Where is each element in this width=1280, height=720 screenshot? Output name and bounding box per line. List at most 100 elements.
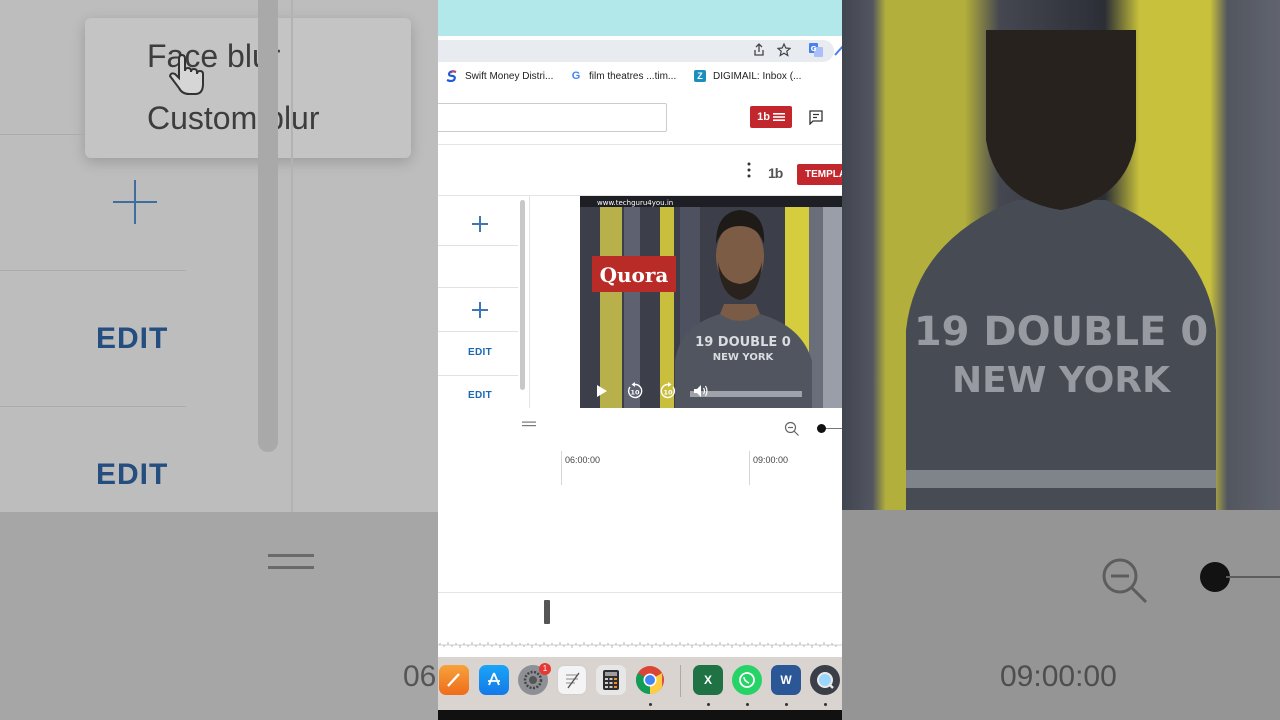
bg-hand-cursor-icon: [168, 54, 204, 95]
background-right-zoom: 19 DOUBLE 0 NEW YORK 09:00:00: [842, 0, 1280, 720]
bookmark-label: Swift Money Distri...: [465, 70, 554, 82]
bookmark-label: film theatres ...tim...: [589, 70, 677, 82]
video-preview[interactable]: www.techguru4you.in Quora 19 DOUBLE 0 NE…: [580, 196, 842, 408]
timeline-header: 06:00:00 09:00:00: [438, 409, 842, 487]
running-indicator: [824, 703, 827, 706]
google-icon: G: [571, 70, 581, 82]
timeline-label: 09:00:00: [753, 455, 789, 465]
bg-edit-label: EDIT: [96, 458, 169, 491]
screen: G Swift Money Distri... G film theatres …: [438, 0, 842, 720]
left-panel-scrollbar[interactable]: [520, 200, 525, 390]
templates-button[interactable]: TEMPLA: [797, 164, 842, 185]
svg-text:G: G: [811, 45, 817, 53]
bg-divider: [291, 0, 293, 512]
running-indicator: [707, 703, 710, 706]
shirt-text-1: 19 DOUBLE 0: [695, 335, 791, 350]
zoom-slider-track[interactable]: [826, 428, 842, 429]
bottom-strip: [438, 710, 842, 720]
chrome-icon[interactable]: [635, 665, 665, 695]
zoom-slider-knob[interactable]: [817, 424, 826, 433]
word-icon[interactable]: W: [771, 665, 801, 695]
translate-icon[interactable]: G: [809, 43, 823, 57]
tubebuddy-icon[interactable]: 1b: [768, 165, 783, 181]
quora-logo-text: Quora: [600, 263, 669, 287]
bookmark-film[interactable]: G film theatres ...tim...: [570, 70, 677, 82]
app-store-icon[interactable]: [479, 665, 509, 695]
tubebuddy-logo: 1b: [757, 111, 770, 123]
svg-text:10: 10: [663, 389, 673, 397]
bg-time-label: 06: [403, 660, 437, 693]
bg-handle-line: [268, 554, 314, 557]
dock-divider: [680, 665, 681, 697]
resize-handle-icon[interactable]: [522, 421, 536, 427]
bg-row-line: [0, 406, 186, 407]
tubebuddy-menu-button[interactable]: 1b: [750, 106, 792, 128]
bg-row-line: [0, 270, 186, 271]
editor-toolbar: 1b TEMPLA: [438, 145, 842, 196]
row-divider: [438, 245, 518, 246]
video-watermark: www.techguru4you.in: [597, 199, 673, 207]
notification-badge: 1: [539, 663, 551, 675]
address-row: G: [438, 36, 842, 64]
swift-icon: [446, 70, 458, 82]
edit-button[interactable]: EDIT: [468, 390, 492, 401]
calculator-icon[interactable]: [596, 665, 626, 695]
zoom-out-icon[interactable]: [784, 421, 800, 437]
panel-divider: [529, 196, 530, 408]
playhead-marker[interactable]: [544, 600, 550, 624]
bookmark-swift[interactable]: Swift Money Distri...: [446, 70, 553, 82]
edit-button[interactable]: EDIT: [468, 347, 492, 358]
bg-edit-label: EDIT: [96, 322, 169, 355]
whatsapp-icon[interactable]: [732, 665, 762, 695]
youtube-studio-header: 1b: [438, 88, 842, 145]
bookmark-digimail[interactable]: Z DIGIMAIL: Inbox (...: [694, 70, 801, 82]
textedit-icon[interactable]: [557, 665, 587, 695]
bookmarks-bar: Swift Money Distri... G film theatres ..…: [438, 64, 842, 88]
star-icon[interactable]: [777, 43, 791, 57]
shirt-text-2: NEW YORK: [713, 352, 775, 363]
edit-pen-icon[interactable]: [833, 43, 842, 57]
add-plus-icon[interactable]: [472, 302, 488, 318]
more-options-icon[interactable]: [744, 161, 754, 179]
bg-timeline-area: [0, 512, 438, 720]
share-icon[interactable]: [752, 43, 766, 57]
address-bar[interactable]: [438, 40, 834, 62]
row-divider: [438, 287, 518, 288]
svg-text:10: 10: [630, 389, 640, 397]
macos-dock: 1 X W: [438, 657, 842, 710]
bg-blur-menu: Face blur Custom blur: [85, 18, 411, 158]
video-frame: www.techguru4you.in Quora 19 DOUBLE 0 NE…: [580, 196, 842, 408]
row-divider: [438, 375, 518, 376]
bg-veil: [842, 0, 1280, 720]
running-indicator: [785, 703, 788, 706]
video-track-area[interactable]: [438, 486, 842, 593]
excel-icon[interactable]: X: [693, 665, 723, 695]
quicktime-icon[interactable]: [810, 665, 840, 695]
add-plus-icon[interactable]: [472, 216, 488, 232]
bookmark-label: DIGIMAIL: Inbox (...: [713, 70, 802, 82]
audio-track[interactable]: [438, 593, 842, 657]
zoho-icon: Z: [694, 70, 706, 82]
audio-waveform: [438, 642, 842, 648]
timeline-tick: [561, 451, 562, 485]
hamburger-icon: [772, 113, 785, 121]
running-indicator: [746, 703, 749, 706]
volume-icon[interactable]: [693, 384, 709, 398]
play-icon[interactable]: [596, 384, 608, 398]
pages-app-icon[interactable]: [439, 665, 469, 695]
search-input[interactable]: [438, 103, 667, 132]
rewind-10-icon[interactable]: 10: [626, 382, 644, 400]
timeline-tick: [749, 451, 750, 485]
background-left-zoom: Face blur Custom blur EDIT EDIT 06: [0, 0, 438, 720]
bg-scrollbar: [258, 0, 278, 452]
feedback-icon[interactable]: [808, 109, 824, 125]
timeline-label: 06:00:00: [565, 455, 601, 465]
bg-plus-icon: [113, 180, 157, 224]
bg-menu-item-custom-blur: Custom blur: [147, 100, 320, 136]
row-divider: [438, 331, 518, 332]
running-indicator: [649, 703, 652, 706]
browser-top-bar: [438, 0, 842, 36]
bg-handle-line: [268, 566, 314, 569]
forward-10-icon[interactable]: 10: [659, 382, 677, 400]
bg-row-line: [0, 134, 84, 135]
